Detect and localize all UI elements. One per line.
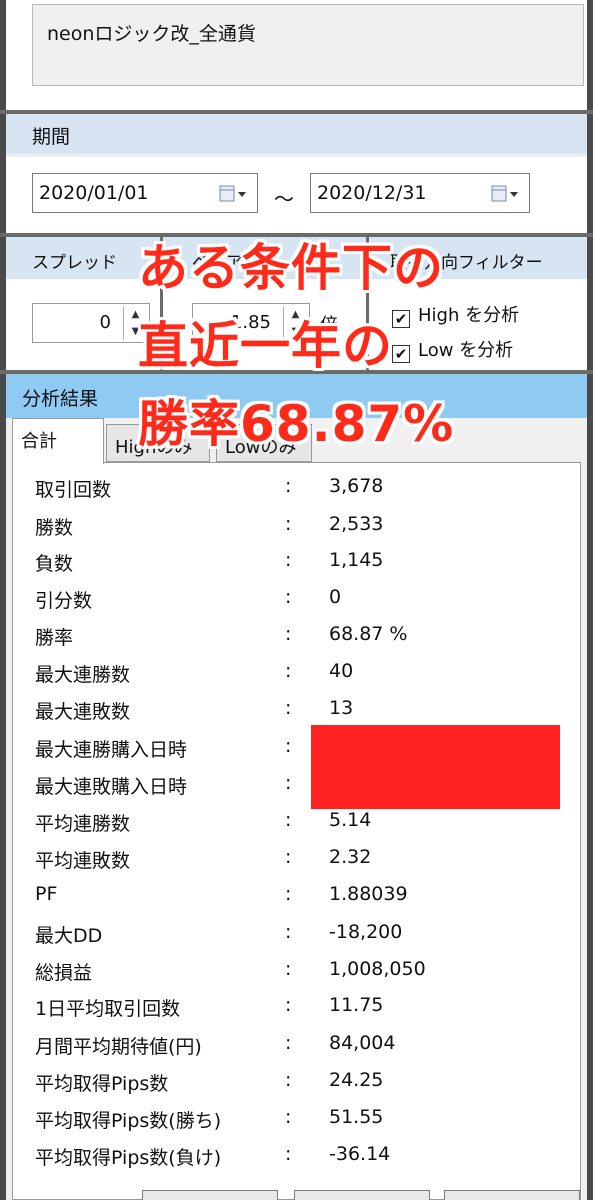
end-date-value: 2020/12/31: [317, 182, 427, 204]
result-colon: :: [285, 586, 292, 608]
spread-value: 0: [99, 312, 111, 333]
result-colon: :: [285, 1143, 292, 1165]
result-colon: :: [285, 958, 292, 980]
checkmark-icon[interactable]: ✔: [392, 345, 410, 363]
overlay-line-1: ある条件下の: [138, 239, 444, 297]
result-value: 40: [329, 660, 354, 682]
result-label: 勝数: [35, 517, 74, 539]
result-label: 最大DD: [35, 925, 103, 947]
overlay-line-3: 勝率68.87%: [138, 395, 455, 453]
date-range-separator: ～: [274, 187, 294, 211]
result-colon: :: [285, 1069, 292, 1091]
result-label: 引分数: [35, 590, 93, 612]
high-filter-label: High を分析: [418, 305, 520, 326]
result-value: 1,145: [329, 549, 384, 571]
result-label: 平均取得Pips数: [35, 1073, 169, 1095]
result-value: 3,678: [329, 475, 384, 497]
result-colon: :: [285, 513, 292, 535]
result-label: 平均連勝数: [35, 813, 131, 835]
bottom-button-bar: [12, 1186, 581, 1200]
low-filter-checkbox[interactable]: ✔ Low を分析: [392, 336, 513, 363]
result-value: -36.14: [329, 1143, 391, 1165]
start-date-value: 2020/01/01: [39, 182, 149, 204]
result-label: 月間平均期待値(円): [35, 1036, 202, 1058]
results-panel: 取引回数: 3,678 勝数: 2,533 負数: 1,145 引分数: 0 勝率: 68.87 …: [12, 462, 581, 1200]
result-label: 最大連敗数: [35, 701, 131, 723]
result-colon: :: [285, 809, 292, 831]
high-filter-checkbox[interactable]: ✔ High を分析: [392, 301, 519, 328]
result-value: 2.32: [329, 846, 372, 868]
result-value: 13: [329, 697, 354, 719]
result-label: 最大連勝数: [35, 664, 131, 686]
result-colon: :: [285, 623, 292, 645]
period-body: 2020/01/01 ～ 2020/12/31: [6, 157, 587, 233]
result-value: 5.14: [329, 809, 372, 831]
bottom-button-1[interactable]: [142, 1190, 278, 1200]
result-colon: :: [285, 883, 292, 905]
spread-stepper[interactable]: 0 ▲ ▼: [32, 303, 150, 343]
result-colon: :: [285, 660, 292, 682]
result-value: 68.87 %: [329, 623, 408, 645]
result-label: PF: [35, 883, 58, 905]
result-value: 24.25: [329, 1069, 384, 1091]
result-value: 1.88039: [329, 883, 408, 905]
result-label: 平均連敗数: [35, 850, 131, 872]
result-label: 負数: [35, 553, 74, 575]
result-label: 平均取得Pips数(勝ち): [35, 1110, 222, 1132]
bottom-button-2[interactable]: [294, 1190, 430, 1200]
result-label: 勝率: [35, 627, 74, 649]
result-label: 取引回数: [35, 479, 112, 501]
spread-label: スプレッド: [32, 253, 117, 273]
result-value: 51.55: [329, 1106, 384, 1128]
result-colon: :: [285, 475, 292, 497]
logic-name-field[interactable]: neonロジック改_全通貨: [32, 4, 584, 86]
result-colon: :: [285, 735, 292, 757]
result-colon: :: [285, 994, 292, 1016]
result-label: 最大連勝購入日時: [35, 739, 188, 761]
result-label: 最大連敗購入日時: [35, 776, 188, 798]
redaction-box: [311, 725, 560, 809]
result-colon: :: [285, 1106, 292, 1128]
logic-section: neonロジック改_全通貨: [6, 0, 587, 110]
result-colon: :: [285, 921, 292, 943]
result-colon: :: [285, 846, 292, 868]
checkmark-icon[interactable]: ✔: [392, 310, 410, 328]
result-label: 1日平均取引回数: [35, 998, 181, 1020]
result-value: 1,008,050: [329, 958, 426, 980]
result-value: 84,004: [329, 1032, 396, 1054]
result-label: 平均取得Pips数(負け): [35, 1147, 222, 1169]
end-date-picker[interactable]: 2020/12/31: [310, 173, 530, 213]
result-colon: :: [285, 549, 292, 571]
low-filter-label: Low を分析: [418, 340, 514, 361]
bottom-button-3[interactable]: [444, 1190, 580, 1200]
calendar-dropdown-icon[interactable]: [491, 184, 521, 204]
period-header: 期間: [6, 114, 587, 154]
result-value: 11.75: [329, 994, 384, 1016]
result-colon: :: [285, 697, 292, 719]
result-colon: :: [285, 772, 292, 794]
result-value: -18,200: [329, 921, 403, 943]
tab-total[interactable]: 合計: [12, 418, 104, 464]
calendar-dropdown-icon[interactable]: [219, 184, 249, 204]
result-label: 総損益: [35, 962, 93, 984]
result-value: 2,533: [329, 513, 384, 535]
overlay-line-2: 直近一年の: [138, 317, 393, 375]
start-date-picker[interactable]: 2020/01/01: [32, 173, 258, 213]
result-colon: :: [285, 1032, 292, 1054]
result-value: 0: [329, 586, 342, 608]
